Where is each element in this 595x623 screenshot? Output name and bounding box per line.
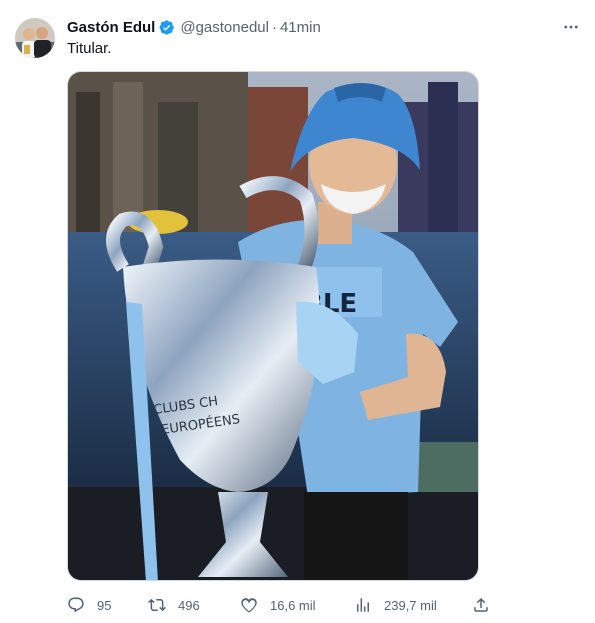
views-chart-icon bbox=[357, 598, 369, 612]
tweet-timestamp[interactable]: 41min bbox=[280, 19, 321, 36]
verified-badge-icon bbox=[159, 19, 175, 35]
views-button[interactable]: 239,7 mil bbox=[354, 593, 437, 617]
retweet-button[interactable]: 496 bbox=[148, 593, 200, 617]
tweet[interactable]: Gastón Edul @gastonedul · 41min Titular. bbox=[0, 0, 595, 623]
author-name[interactable]: Gastón Edul bbox=[67, 19, 155, 36]
tweet-action-bar: 95 496 16,6 mil 239,7 mil bbox=[67, 593, 497, 617]
retweet-count: 496 bbox=[178, 597, 200, 613]
heart-icon bbox=[241, 598, 257, 613]
author-handle[interactable]: @gastonedul bbox=[180, 19, 269, 36]
more-dots-icon bbox=[564, 25, 578, 29]
like-button[interactable]: 16,6 mil bbox=[240, 593, 316, 617]
like-count: 16,6 mil bbox=[270, 597, 316, 613]
more-options-button[interactable] bbox=[558, 15, 584, 39]
views-count: 239,7 mil bbox=[384, 597, 437, 613]
header-separator: · bbox=[271, 18, 277, 36]
tweet-text: Titular. bbox=[67, 40, 112, 57]
avatar-image bbox=[15, 18, 55, 58]
photo-player-with-trophy: BLE CLUBS CH EUROPÉENS bbox=[68, 72, 478, 580]
reply-button[interactable]: 95 bbox=[67, 593, 111, 617]
tweet-photo[interactable]: BLE CLUBS CH EUROPÉENS bbox=[67, 71, 479, 581]
share-button[interactable] bbox=[472, 593, 490, 617]
reply-count: 95 bbox=[97, 597, 112, 613]
share-icon bbox=[474, 597, 488, 612]
author-avatar[interactable] bbox=[15, 18, 55, 58]
retweet-icon bbox=[148, 598, 166, 612]
tweet-header: Gastón Edul @gastonedul · 41min bbox=[67, 16, 321, 38]
reply-icon bbox=[68, 597, 84, 613]
